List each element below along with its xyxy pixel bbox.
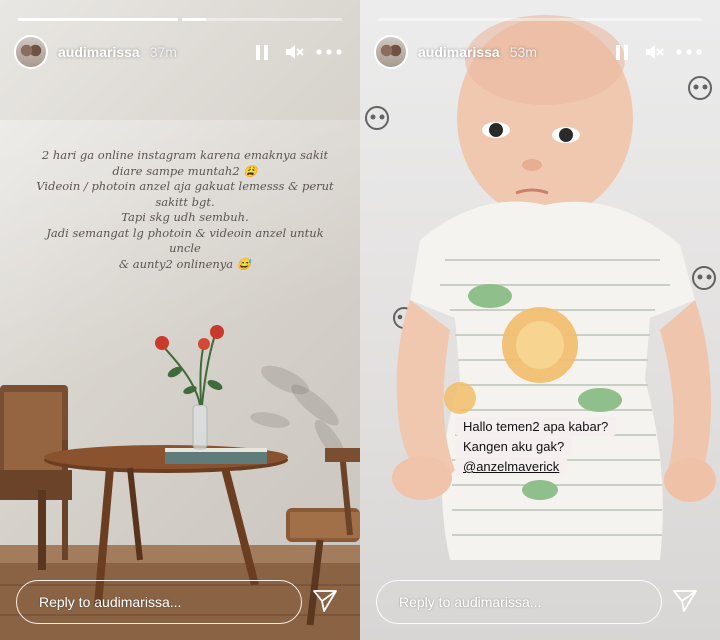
progress-segment (378, 18, 702, 21)
more-icon (676, 49, 702, 55)
text-sticker: Hallo temen2 apa kabar? Kangen aku gak? … (455, 417, 617, 477)
caption-line: 2 hari ga online instagram karena emakny… (41, 148, 329, 162)
story-panel-left[interactable]: audimarissa 37m 2 hari ga online instagr… (0, 0, 360, 640)
caption-line: & aunty2 onlinenya 😅 (118, 256, 252, 271)
sticker-line: Hallo temen2 apa kabar? (455, 417, 617, 436)
caption-line: Videoin / photoin anzel aja gakuat lemes… (36, 179, 334, 193)
story-caption: 2 hari ga online instagram karena emakny… (30, 148, 340, 272)
caption-line: Tapi skg udh sembuh. (121, 210, 249, 224)
story-panel-right[interactable]: audimarissa 53m Hallo temen2 apa kabar? (360, 0, 720, 640)
pause-button[interactable] (252, 42, 272, 62)
speaker-muted-icon (646, 45, 664, 59)
pause-button[interactable] (612, 42, 632, 62)
story-header: audimarissa 37m (14, 34, 342, 70)
post-time: 53m (509, 44, 537, 60)
sticker-line: Kangen aku gak? (455, 437, 573, 456)
story-header: audimarissa 53m (374, 34, 702, 70)
room-scene (0, 325, 360, 640)
progress-segment (18, 18, 178, 21)
story-progress (378, 18, 702, 21)
mute-button[interactable] (644, 42, 664, 62)
reply-placeholder: Reply to audimarissa... (39, 594, 182, 610)
caption-line: Jadi semangat lg photoin & videoin anzel… (46, 225, 324, 256)
caption-line: diare sampe muntah2 😩 (112, 163, 258, 178)
avatar[interactable] (374, 35, 408, 69)
more-icon (316, 49, 342, 55)
username[interactable]: audimarissa (58, 44, 140, 60)
reply-placeholder: Reply to audimarissa... (399, 594, 542, 610)
story-progress (18, 18, 342, 21)
wicker-chair-left (0, 385, 72, 570)
reply-input[interactable]: Reply to audimarissa... (376, 580, 662, 624)
mute-button[interactable] (284, 42, 304, 62)
pause-icon (256, 44, 268, 60)
post-time: 37m (149, 44, 177, 60)
username[interactable]: audimarissa (418, 44, 500, 60)
send-icon[interactable] (312, 588, 338, 614)
baby-photo (365, 15, 716, 560)
story-controls (252, 42, 342, 62)
story-controls (612, 42, 702, 62)
speaker-muted-icon (286, 45, 304, 59)
more-button[interactable] (316, 42, 342, 62)
reply-input[interactable]: Reply to audimarissa... (16, 580, 302, 624)
caption-line: sakitt bgt. (155, 194, 215, 209)
progress-segment (182, 18, 342, 21)
send-icon[interactable] (672, 588, 698, 614)
avatar[interactable] (14, 35, 48, 69)
more-button[interactable] (676, 42, 702, 62)
pause-icon (616, 44, 628, 60)
mention-link[interactable]: @anzelmaverick (455, 457, 568, 476)
